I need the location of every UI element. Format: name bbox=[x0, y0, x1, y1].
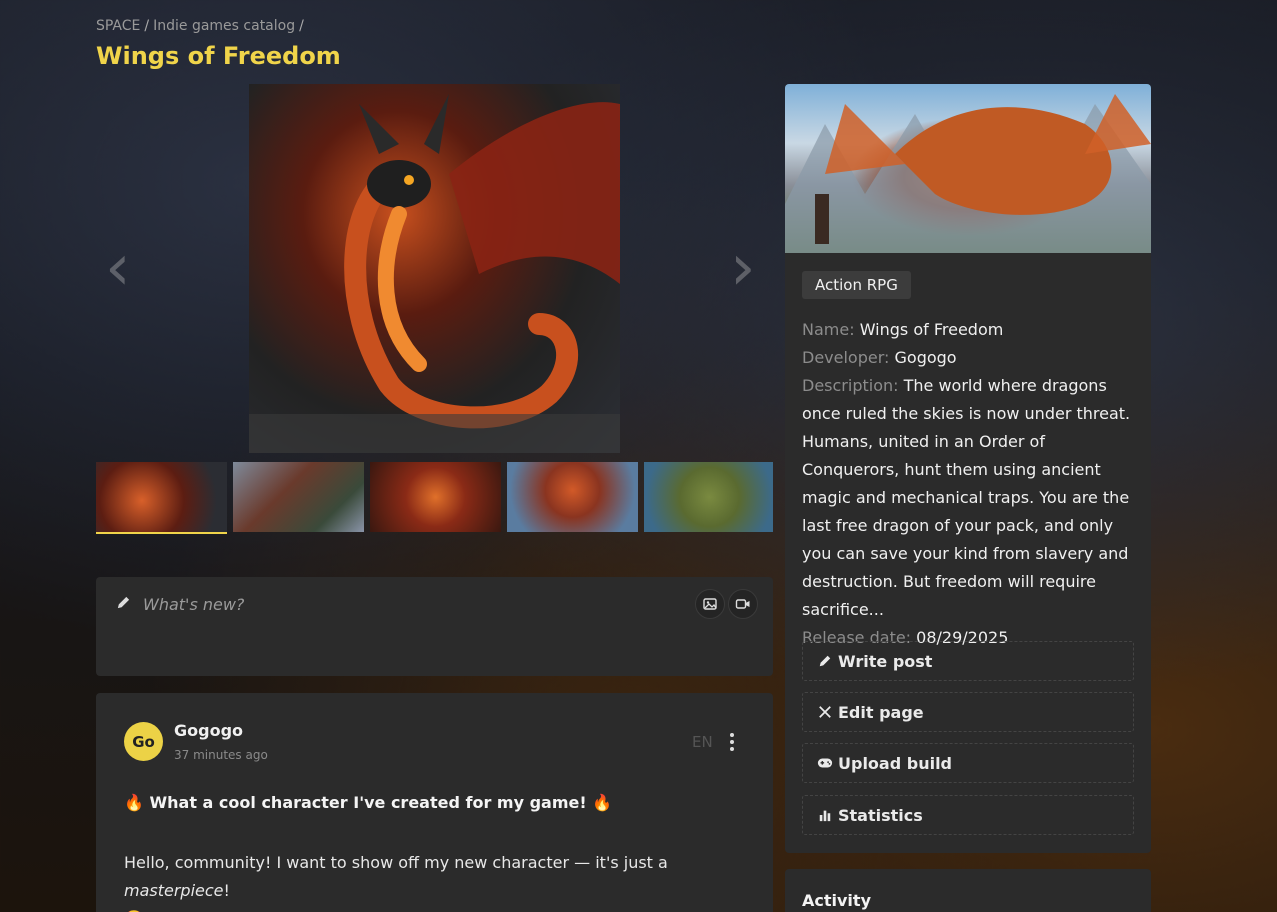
post-timestamp: 37 minutes ago bbox=[174, 748, 268, 762]
breadcrumb-separator: / bbox=[144, 18, 150, 34]
gallery-next-arrow-icon[interactable]: › bbox=[730, 236, 756, 300]
post-author[interactable]: Gogogo bbox=[174, 721, 243, 740]
page-title: Wings of Freedom bbox=[96, 42, 341, 70]
attach-image-button[interactable] bbox=[695, 589, 725, 619]
upload-build-label: Upload build bbox=[838, 753, 953, 773]
statistics-button[interactable]: Statistics bbox=[802, 795, 1134, 835]
genre-tag[interactable]: Action RPG bbox=[802, 271, 911, 299]
gallery-thumb-4[interactable] bbox=[507, 462, 638, 532]
developer-value[interactable]: Gogogo bbox=[895, 348, 957, 367]
name-label: Name: bbox=[802, 320, 855, 339]
gallery-thumb-2[interactable] bbox=[233, 462, 364, 532]
gamepad-icon bbox=[816, 756, 834, 770]
bar-chart-icon bbox=[816, 808, 834, 822]
breadcrumb-section-link[interactable]: Indie games catalog bbox=[153, 18, 295, 34]
game-cover-image bbox=[785, 84, 1151, 253]
developer-label: Developer: bbox=[802, 348, 890, 367]
breadcrumb-separator: / bbox=[299, 18, 304, 34]
feed-post: Go Gogogo 37 minutes ago EN 🔥 What a coo… bbox=[96, 693, 773, 912]
post-language-badge: EN bbox=[692, 733, 713, 751]
gallery-thumb-3[interactable] bbox=[370, 462, 501, 532]
gallery-thumb-1[interactable] bbox=[96, 462, 227, 534]
post-body-text: Hello, community! I want to show off my … bbox=[124, 853, 668, 872]
write-post-label: Write post bbox=[838, 651, 933, 671]
attach-video-button[interactable] bbox=[728, 589, 758, 619]
dragon-illustration bbox=[249, 94, 620, 453]
post-composer[interactable]: What's new? bbox=[96, 577, 773, 676]
tools-icon bbox=[816, 705, 834, 719]
activity-title: Activity bbox=[802, 891, 871, 910]
image-icon bbox=[703, 598, 717, 610]
description-label: Description: bbox=[802, 376, 899, 395]
upload-build-button[interactable]: Upload build bbox=[802, 743, 1134, 783]
post-body-suffix: ! bbox=[223, 881, 230, 900]
breadcrumb: SPACE / Indie games catalog / bbox=[96, 18, 308, 34]
write-post-button[interactable]: Write post bbox=[802, 641, 1134, 681]
name-value: Wings of Freedom bbox=[859, 320, 1004, 339]
game-info-card: Action RPG Name: Wings of Freedom Develo… bbox=[785, 84, 1151, 853]
post-headline: 🔥 What a cool character I've created for… bbox=[124, 793, 613, 812]
edit-page-button[interactable]: Edit page bbox=[802, 692, 1134, 732]
gallery-thumbnails bbox=[96, 462, 773, 534]
post-body-emphasis: masterpiece bbox=[124, 881, 224, 900]
gallery-prev-arrow-icon[interactable]: ‹ bbox=[105, 236, 131, 300]
post-body: Hello, community! I want to show off my … bbox=[124, 849, 734, 912]
description-value: The world where dragons once ruled the s… bbox=[802, 376, 1131, 619]
video-icon bbox=[735, 599, 750, 609]
more-options-icon[interactable] bbox=[724, 731, 740, 753]
pencil-icon bbox=[816, 654, 834, 668]
activity-card: Activity bbox=[785, 869, 1151, 912]
gallery-main-image bbox=[249, 84, 620, 453]
cover-illustration bbox=[785, 94, 1151, 253]
breadcrumb-root-link[interactable]: SPACE bbox=[96, 18, 140, 34]
composer-placeholder: What's new? bbox=[143, 595, 245, 614]
statistics-label: Statistics bbox=[838, 805, 923, 825]
avatar[interactable]: Go bbox=[124, 722, 163, 761]
edit-page-label: Edit page bbox=[838, 702, 924, 722]
pencil-icon bbox=[116, 595, 131, 614]
gallery-thumb-5[interactable] bbox=[644, 462, 773, 532]
game-details: Name: Wings of Freedom Developer: Gogogo… bbox=[802, 316, 1142, 652]
